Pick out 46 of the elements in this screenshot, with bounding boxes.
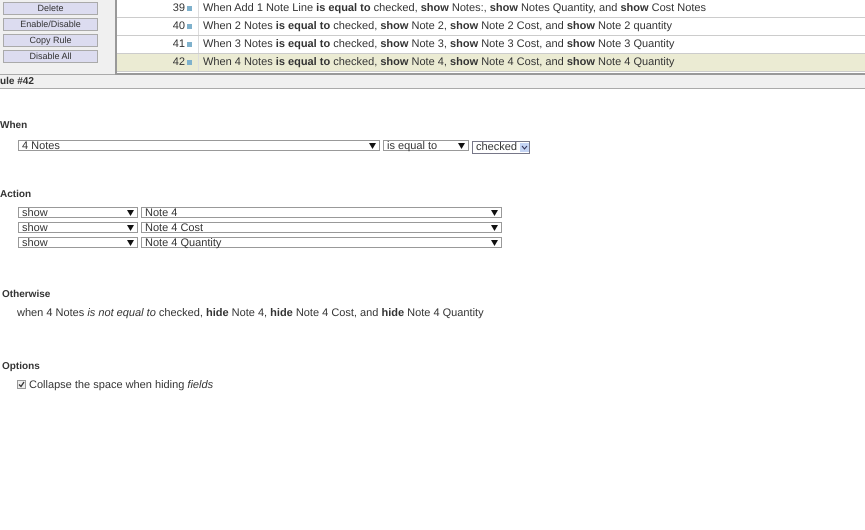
dropdown-arrow-icon — [127, 210, 134, 216]
verb-select[interactable]: show — [18, 237, 138, 248]
rule-number: 41 — [172, 37, 186, 52]
dropdown-arrow-icon — [458, 142, 465, 148]
square-icon — [187, 6, 192, 11]
side-button[interactable]: Disable All — [3, 50, 98, 63]
rule-text: When Add 1 Note Line is equal to checked, show Notes:, show Notes Quantity, and show Cost Notes — [198, 0, 706, 17]
rule-title: ule #42 — [0, 75, 865, 89]
dropdown-arrow-icon — [491, 210, 498, 216]
dropdown-arrow-icon — [491, 240, 498, 246]
verb-select[interactable]: show — [18, 222, 138, 233]
square-icon — [187, 42, 192, 47]
caret-icon — [520, 143, 529, 152]
dropdown-arrow-icon — [127, 240, 134, 246]
side-button[interactable]: Delete — [3, 2, 98, 15]
field-select[interactable]: 4 Notes — [18, 140, 380, 151]
rule-row[interactable]: 39 When Add 1 Note Line is equal to checked, show Notes:, show Notes Quantity, and show Cost Notes — [117, 0, 865, 18]
target-select[interactable]: Note 4 — [141, 207, 502, 218]
otherwise-text: when 4 Notes is not equal to checked, hide Note 4, hide Note 4 Cost, and hide Note 4 Quantity — [17, 306, 485, 321]
rule-number: 42 — [172, 55, 186, 70]
rule-text: When 2 Notes is equal to checked, show Note 2, show Note 2 Cost, and show Note 2 quantity — [198, 18, 672, 35]
section-heading: Otherwise — [2, 288, 52, 302]
dropdown-arrow-icon — [369, 142, 376, 148]
target-select[interactable]: Note 4 Quantity — [141, 237, 502, 248]
rule-row[interactable]: 40 When 2 Notes is equal to checked, show Note 2, show Note 2 Cost, and show Note 2 quantity — [117, 18, 865, 36]
checkbox[interactable] — [17, 380, 26, 390]
target-select[interactable]: Note 4 Cost — [141, 222, 502, 233]
value-select[interactable]: checked — [472, 141, 530, 154]
rule-text: When 4 Notes is equal to checked, show Note 4, show Note 4 Cost, and show Note 4 Quantity — [198, 54, 674, 71]
dropdown-arrow-icon — [491, 224, 498, 230]
section-heading: Action — [0, 188, 32, 202]
operator-select[interactable]: is equal to — [383, 140, 469, 151]
square-icon — [187, 60, 192, 65]
dropdown-arrow-icon — [127, 224, 134, 230]
rule-text: When 3 Notes is equal to checked, show Note 3, show Note 3 Cost, and show Note 3 Quantity — [198, 36, 674, 53]
square-icon — [187, 24, 192, 29]
side-button[interactable]: Enable/Disable — [3, 18, 98, 31]
rule-row[interactable]: 41 When 3 Notes is equal to checked, show Note 3, show Note 3 Cost, and show Note 3 Quantity — [117, 36, 865, 54]
side-button[interactable]: Copy Rule — [3, 34, 98, 47]
section-heading: Options — [2, 360, 41, 374]
verb-select[interactable]: show — [18, 207, 138, 218]
rule-row[interactable]: 42 When 4 Notes is equal to checked, show Note 4, show Note 4 Cost, and show Note 4 Quantity — [117, 54, 865, 72]
rule-number: 40 — [172, 19, 186, 34]
rule-number: 39 — [172, 1, 186, 16]
section-heading: When — [0, 119, 28, 133]
checkbox-label: Collapse the space when hiding fields — [29, 378, 214, 392]
